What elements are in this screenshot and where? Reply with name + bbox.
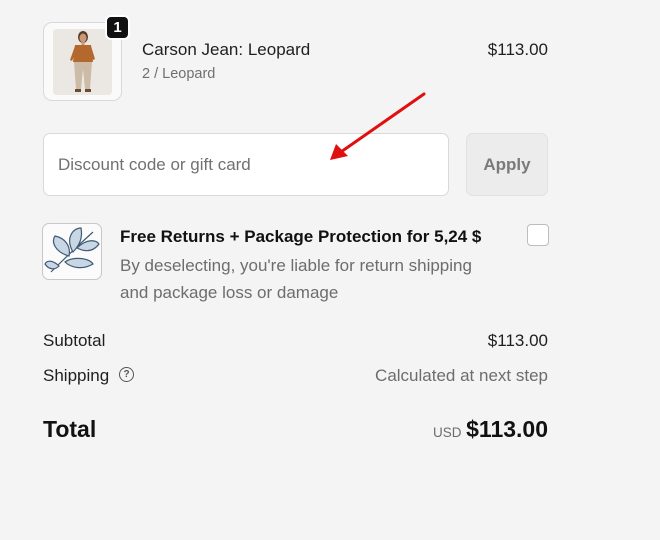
protection-checkbox[interactable] (527, 224, 549, 246)
total-label: Total (43, 416, 97, 442)
currency-code: USD (433, 425, 462, 440)
protection-description: By deselecting, you're liable for return… (120, 256, 472, 302)
total-value: $113.00 (466, 416, 548, 442)
product-price: $113.00 (487, 40, 548, 59)
leaf-shield-icon (42, 223, 102, 280)
shipping-value: Calculated at next step (375, 366, 548, 385)
product-name: Carson Jean: Leopard (142, 40, 311, 59)
shipping-label: Shipping (43, 366, 110, 385)
quantity-badge: 1 (105, 15, 130, 40)
product-thumbnail: 1 (43, 15, 130, 101)
cart-line-item: 1 Carson Jean: Leopard 2 / Leopard $113.… (43, 15, 548, 103)
annotation-arrow-icon (330, 92, 426, 160)
subtotal-label: Subtotal (43, 331, 106, 350)
product-photo-woman-icon (53, 29, 112, 95)
question-circle-icon[interactable]: ? (119, 367, 134, 382)
apply-discount-button[interactable]: Apply (466, 133, 548, 196)
protection-title: Free Returns + Package Protection for 5,… (120, 227, 482, 246)
subtotal-value: $113.00 (487, 331, 548, 350)
product-variant: 2 / Leopard (142, 66, 216, 82)
